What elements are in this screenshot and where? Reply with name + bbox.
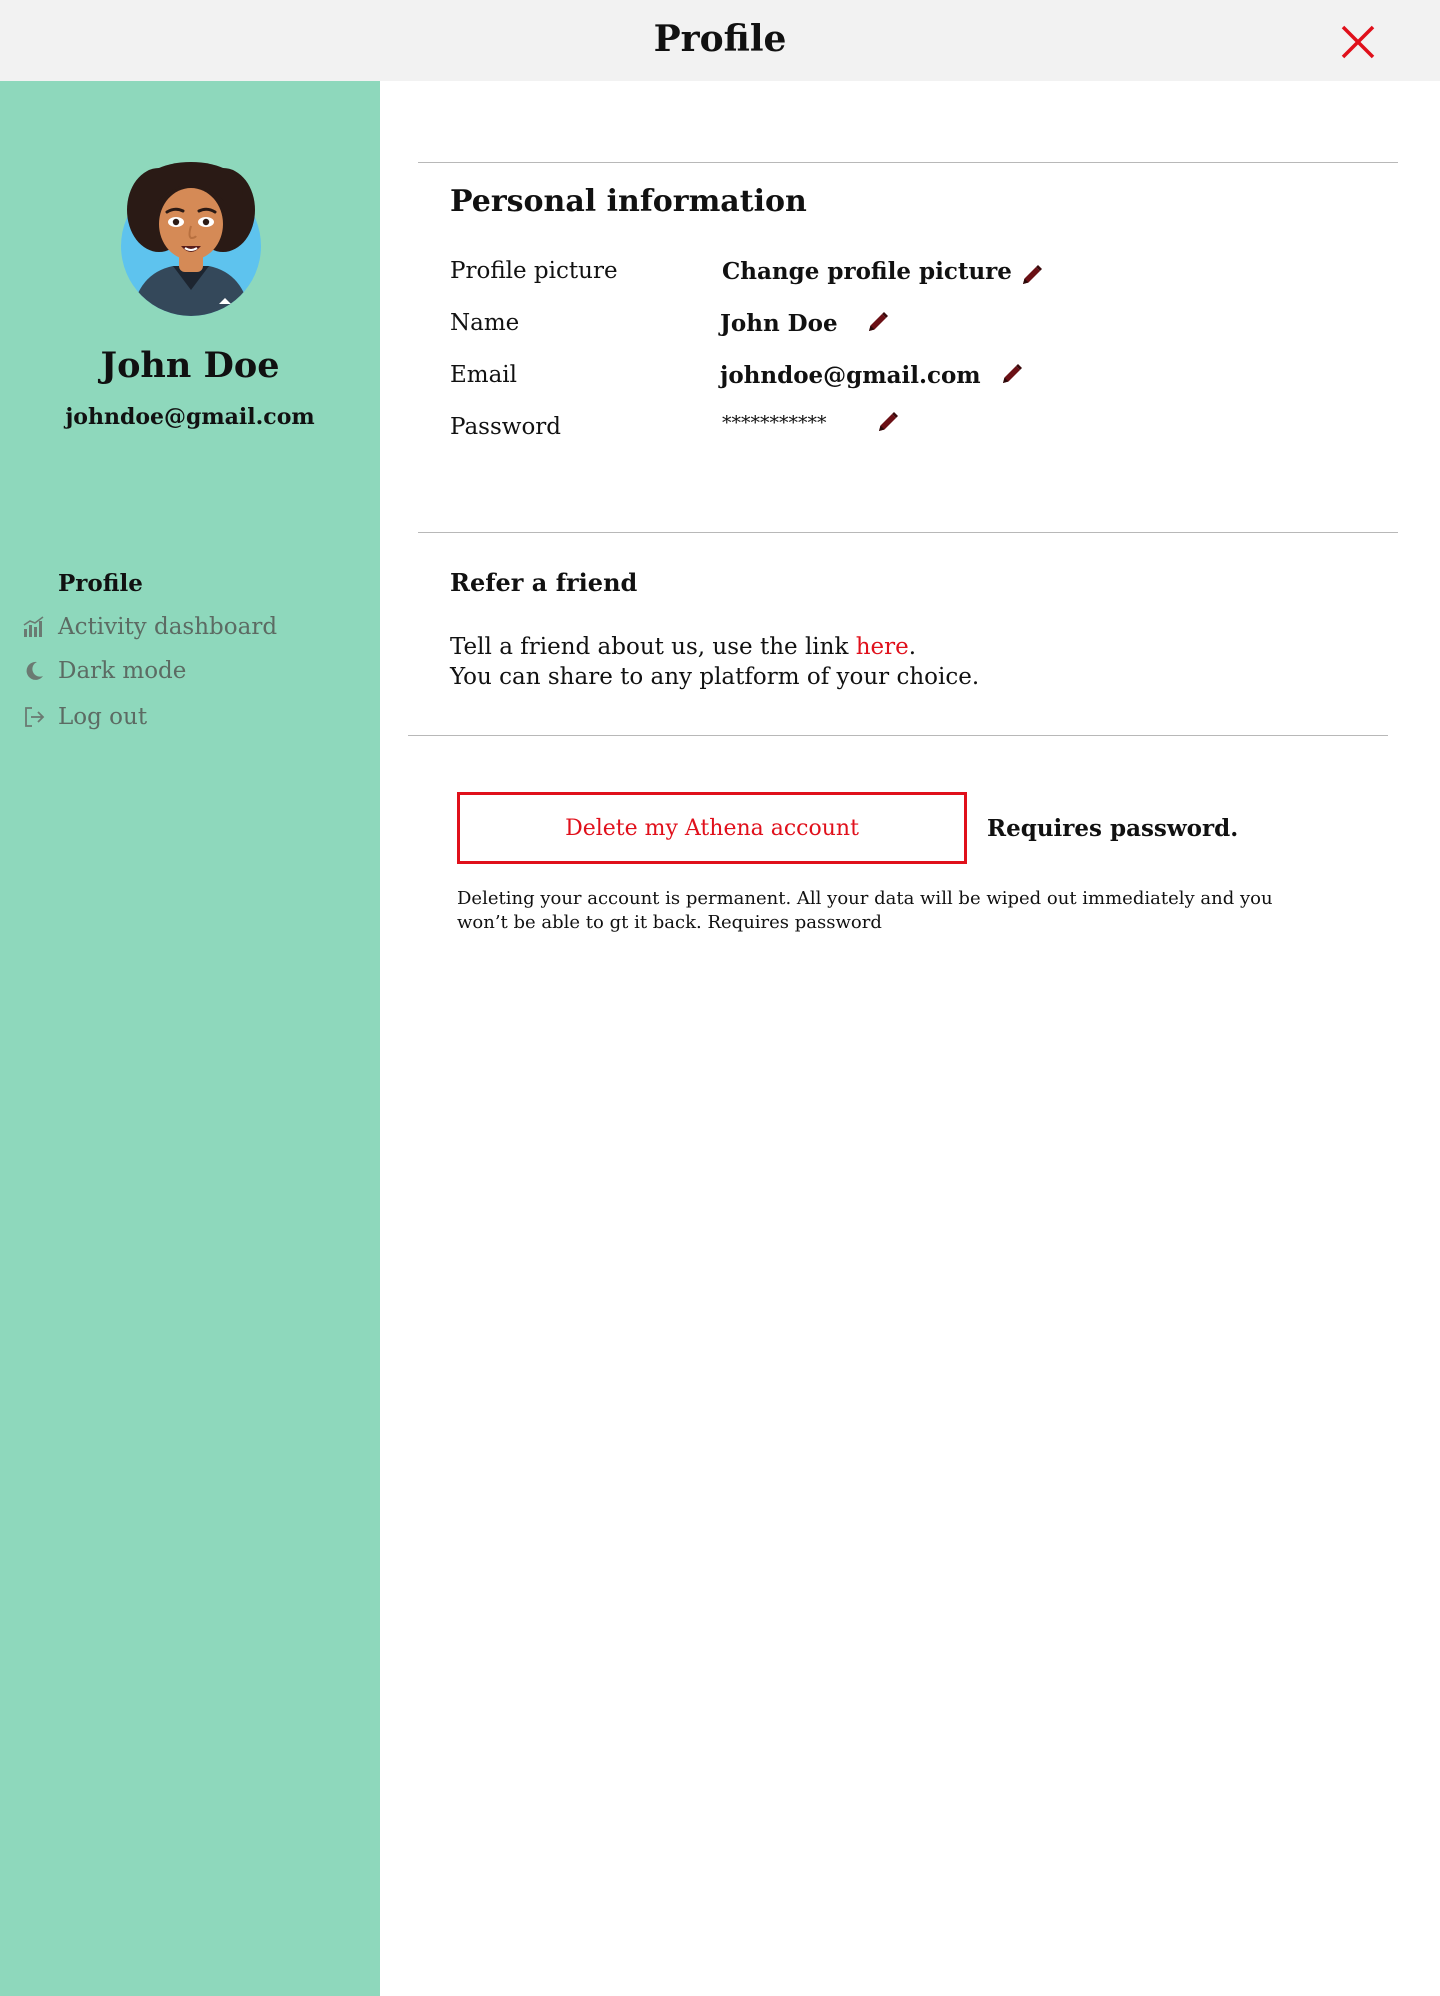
- user-avatar-icon: [121, 162, 261, 316]
- blank-icon: [22, 571, 46, 595]
- divider-middle: [418, 532, 1398, 533]
- divider-bottom: [408, 735, 1388, 736]
- pencil-icon: [869, 312, 888, 331]
- delete-warning-text: Deleting your account is permanent. All …: [457, 888, 1273, 933]
- top-bar: Profile: [0, 0, 1440, 81]
- bar-chart-icon: [22, 615, 46, 639]
- password-label: Password: [450, 414, 562, 440]
- refer-friend-text: Tell a friend about us, use the link her…: [450, 632, 979, 692]
- sidebar-item-label: Log out: [58, 704, 148, 730]
- moon-icon: [22, 659, 46, 683]
- avatar: [119, 162, 263, 316]
- sidebar-item-label: Activity dashboard: [58, 614, 278, 640]
- refer-text-line2: You can share to any platform of your ch…: [450, 664, 980, 690]
- pencil-icon: [1023, 265, 1042, 284]
- refer-friend-title: Refer a friend: [450, 568, 638, 597]
- sidebar-item-profile[interactable]: Profile: [22, 565, 143, 601]
- refer-text-suffix: .: [908, 634, 917, 660]
- close-x-icon: [1341, 25, 1375, 59]
- page-title: Profile: [653, 18, 787, 60]
- pencil-icon: [1003, 364, 1022, 383]
- sidebar-item-log-out[interactable]: Log out: [22, 699, 147, 735]
- requires-password-note: Requires password.: [987, 815, 1239, 842]
- name-label: Name: [450, 310, 520, 336]
- sidebar-item-label: Profile: [58, 569, 143, 597]
- sidebar-item-label: Dark mode: [58, 658, 187, 684]
- edit-password-button[interactable]: [876, 410, 900, 434]
- close-button[interactable]: [1338, 22, 1378, 62]
- sidebar: John Doe johndoe@gmail.com Profile Activ…: [0, 81, 380, 1996]
- pencil-icon: [879, 412, 898, 431]
- refer-link[interactable]: here: [856, 634, 909, 660]
- delete-account-button[interactable]: Delete my Athena account: [457, 792, 967, 864]
- email-value: johndoe@gmail.com: [720, 362, 981, 389]
- change-profile-picture-link[interactable]: Change profile picture: [722, 258, 1012, 285]
- edit-name-button[interactable]: [866, 310, 890, 334]
- edit-profile-picture-button[interactable]: [1020, 263, 1044, 287]
- sidebar-item-activity-dashboard[interactable]: Activity dashboard: [22, 609, 277, 645]
- refer-text-prefix: Tell a friend about us, use the link: [450, 634, 856, 660]
- name-value: John Doe: [720, 310, 838, 337]
- password-value: ***********: [722, 412, 827, 434]
- sidebar-item-dark-mode[interactable]: Dark mode: [22, 653, 186, 689]
- personal-info-title: Personal information: [450, 184, 807, 219]
- sidebar-user-email: johndoe@gmail.com: [65, 404, 315, 430]
- edit-email-button[interactable]: [1000, 362, 1024, 386]
- email-label: Email: [450, 362, 518, 388]
- profile-picture-label: Profile picture: [450, 258, 618, 284]
- divider-top: [418, 162, 1398, 163]
- logout-icon: [22, 705, 46, 729]
- sidebar-user-name: John Doe: [100, 345, 280, 386]
